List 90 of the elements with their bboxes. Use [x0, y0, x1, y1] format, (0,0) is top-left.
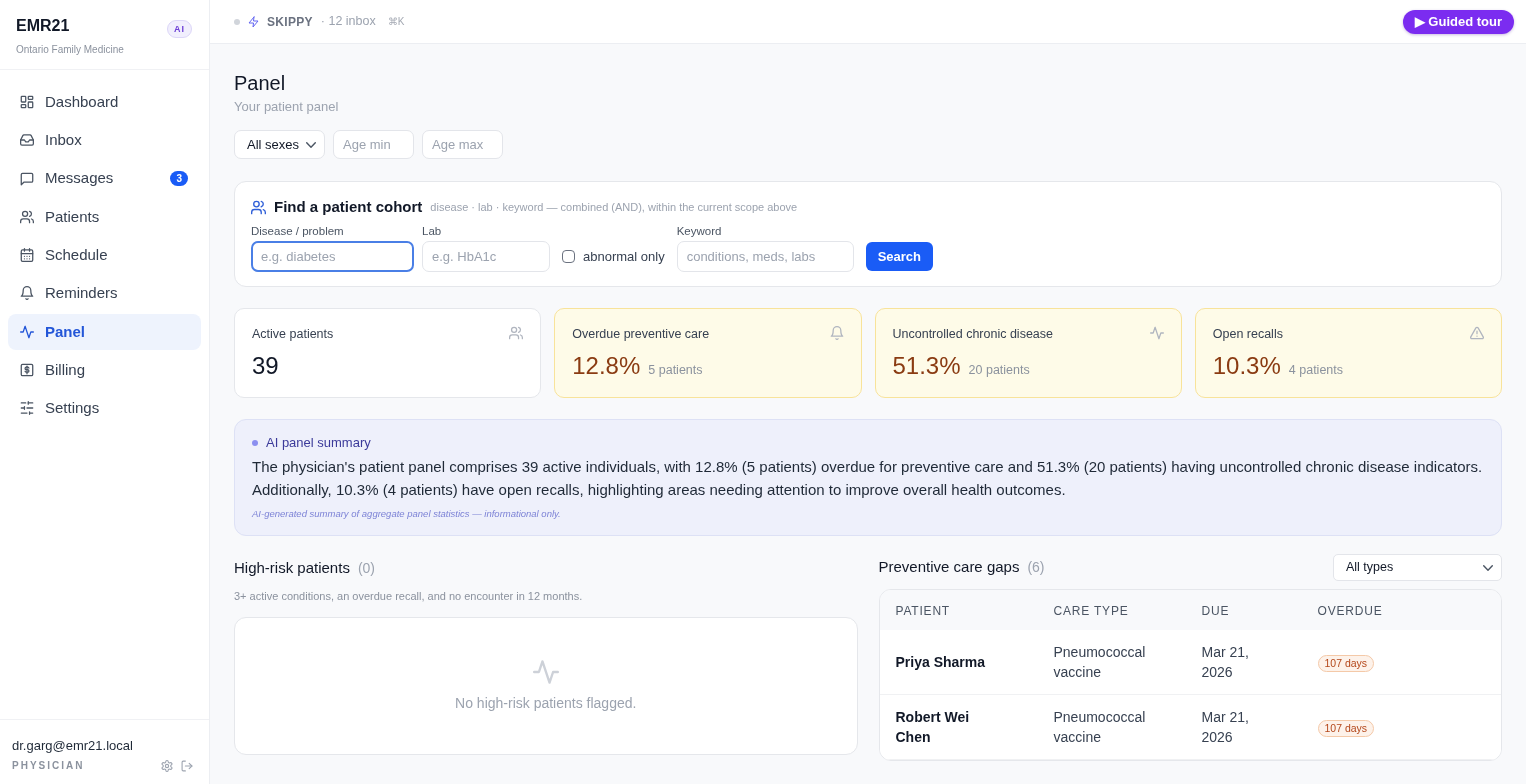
stat-value: 39 [252, 351, 279, 381]
sidebar-item[interactable]: Inbox [8, 122, 201, 159]
patient-name[interactable]: Priya Sharma [879, 630, 1038, 695]
page-subtitle: Your patient panel [234, 99, 340, 115]
checkbox[interactable] [562, 250, 575, 263]
users-icon [509, 326, 524, 340]
sex-select[interactable]: All sexes [234, 130, 325, 159]
calendar-icon [20, 248, 34, 263]
column-header[interactable]: CARE TYPE [1037, 590, 1186, 630]
overdue-badge: 107 days [1317, 720, 1375, 737]
inbox-icon [20, 133, 34, 148]
users-icon [251, 199, 266, 215]
status-dot-icon [234, 18, 240, 25]
empty-state-text: No high-risk patients flagged. [455, 693, 637, 713]
stat-label: Overdue preventive care [572, 326, 710, 342]
sidebar-item[interactable]: Schedule [8, 237, 201, 274]
chevron-down-icon [306, 139, 316, 150]
summary-footnote: AI-generated summary of aggregate panel statistics — informational only. [252, 508, 562, 520]
stat-detail: 20 patients [968, 362, 1030, 379]
inbox-count: · 12 inbox [320, 13, 376, 31]
age-min-field[interactable]: Age min [333, 130, 414, 159]
field-label: Keyword [676, 224, 723, 238]
stat-label: Active patients [252, 326, 334, 342]
stat-label: Open recalls [1212, 326, 1283, 342]
guided-tour-button[interactable]: ▶ Guided tour [1402, 9, 1514, 34]
sidebar-item[interactable]: Patients [8, 198, 201, 235]
type-select[interactable]: All types [1333, 554, 1502, 581]
stat-value: 51.3% [892, 351, 961, 381]
pulse-icon [20, 324, 34, 339]
dashboard-icon [20, 95, 34, 109]
chat-bubble-icon [20, 171, 34, 186]
user-role: PHYSICIAN [12, 759, 85, 773]
patient-name[interactable]: Robert Wei Chen [879, 694, 1038, 760]
app-name: EMR21 [16, 16, 71, 36]
stat-label: Uncontrolled chronic disease [892, 326, 1053, 342]
section-hint: disease · lab · keyword — combined (AND), within the current scope above [430, 200, 798, 214]
table-cell: Pneumococcal vaccine [1037, 694, 1186, 760]
section-title: Find a patient cohort [274, 198, 423, 216]
summary-text: The physician's patient panel comprises 39 active individuals, with 12.8% (5 patients) overdue for preventive care and 51.3% (20 patients) having uncontrolled chronic disease indicators. Additionally, 10.3% (4 patients) have open recalls, highlighting areas needing attention to improve overall health outcomes. [252, 457, 1484, 500]
section-count: (6) [1027, 558, 1045, 578]
overdue-badge: 107 days [1317, 655, 1375, 672]
table-cell: Pneumococcal vaccine [1037, 630, 1186, 695]
dollar-icon [20, 363, 34, 378]
pulse-icon [532, 658, 559, 685]
column-header[interactable]: DUE [1185, 590, 1302, 630]
section-count: (0) [357, 559, 375, 578]
sliders-icon [20, 401, 34, 416]
stat-detail: 4 patients [1288, 362, 1344, 379]
sidebar-item[interactable]: Settings [8, 390, 201, 427]
settings-icon[interactable] [161, 759, 173, 772]
ai-badge: AI [167, 20, 192, 38]
table-cell: Mar 21, 2026 [1185, 694, 1302, 760]
search-button[interactable]: Search [865, 242, 934, 271]
lightning-icon [248, 15, 259, 28]
sidebar-item[interactable]: Messages 3 [8, 160, 201, 197]
user-email: dr.garg@emr21.local [12, 738, 134, 754]
sidebar-item[interactable]: Panel [8, 313, 201, 350]
sidebar-item[interactable]: Dashboard [8, 84, 201, 120]
sidebar-item[interactable]: Reminders [8, 275, 201, 312]
page-title: Panel [234, 71, 287, 95]
section-title: Preventive care gaps [878, 557, 1020, 578]
column-header[interactable]: OVERDUE [1301, 590, 1411, 630]
disease-field[interactable]: e.g. diabetes [251, 241, 414, 272]
column-header[interactable]: PATIENT [879, 590, 1038, 630]
bell-icon [20, 286, 34, 301]
age-max-field[interactable]: Age max [422, 130, 503, 159]
summary-title: AI panel summary [266, 435, 371, 451]
count-badge: 3 [170, 171, 188, 187]
stat-value: 12.8% [572, 351, 641, 381]
keyword-field[interactable]: conditions, meds, labs [676, 241, 854, 272]
shortcut-hint: ⌘K [387, 15, 405, 29]
field-label: Disease / problem [251, 224, 345, 238]
lab-field[interactable]: e.g. HbA1c [422, 241, 550, 272]
checkbox-label[interactable]: abnormal only [583, 246, 665, 267]
section-subtitle: 3+ active conditions, an overdue recall, and no encounter in 12 months. [234, 588, 584, 604]
dot-icon [252, 440, 258, 446]
sidebar-item[interactable]: Billing [8, 352, 201, 389]
stat-value: 10.3% [1212, 351, 1281, 381]
pulse-icon [1149, 326, 1164, 340]
field-label: Lab [422, 224, 443, 238]
warning-icon [1470, 326, 1484, 340]
table-cell: Mar 21, 2026 [1185, 630, 1302, 695]
logout-icon[interactable] [181, 759, 193, 772]
bell-icon [829, 326, 844, 340]
chevron-down-icon [1483, 562, 1493, 573]
assistant-name[interactable]: SKIPPY [267, 12, 313, 31]
section-title: High-risk patients [234, 558, 350, 578]
users-icon [20, 209, 34, 224]
stat-detail: 5 patients [648, 362, 703, 379]
app-subtitle: Ontario Family Medicine [16, 43, 124, 57]
